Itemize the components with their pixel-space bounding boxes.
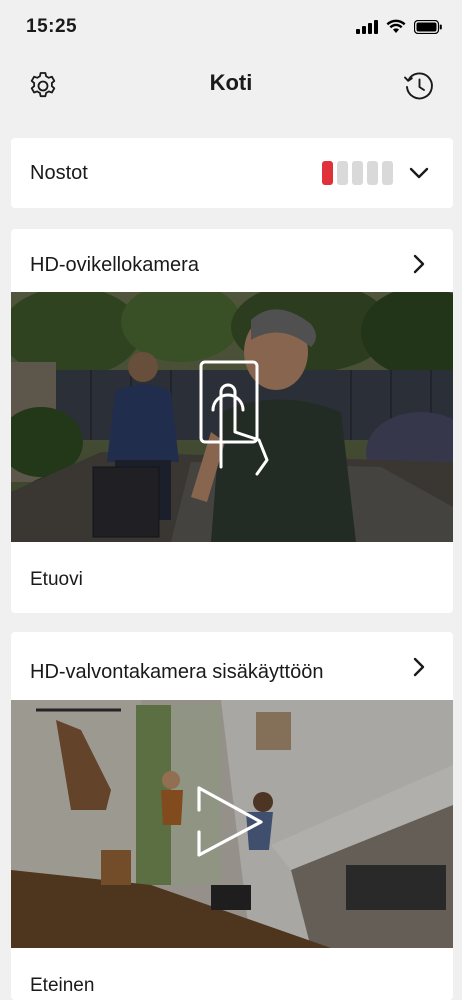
cellular-signal-icon (356, 19, 378, 34)
status-bar: 15:25 (0, 0, 462, 56)
status-icons (356, 19, 442, 34)
alarm-level-bar (352, 161, 363, 185)
camera-snapshot[interactable] (11, 700, 453, 948)
camera-location: Etuovi (30, 569, 83, 590)
camera-snapshot[interactable] (11, 292, 453, 542)
alarm-card[interactable]: Nostot (11, 138, 453, 208)
open-camera-button[interactable] (407, 652, 431, 682)
camera-snapshot-image (11, 292, 453, 542)
alarm-level-bar (382, 161, 393, 185)
chevron-right-icon (413, 657, 425, 677)
chevron-down-icon (409, 167, 429, 179)
history-clock-icon (404, 72, 433, 100)
camera-snapshot-image (11, 700, 453, 948)
camera-title: HD-ovikellokamera (30, 254, 199, 276)
battery-icon (414, 19, 442, 34)
camera-card-doorbell[interactable]: HD-ovikellokamera Etuovi (11, 229, 453, 613)
open-camera-button[interactable] (407, 249, 431, 279)
alarm-level-bar (367, 161, 378, 185)
alarm-label: Nostot (30, 162, 88, 184)
alarm-level-indicator (322, 161, 393, 185)
camera-card-indoor[interactable]: HD-valvontakamera sisäkäyttöön Eteinen (11, 632, 453, 1000)
wifi-icon (386, 19, 406, 33)
nav-bar: Koti (0, 56, 462, 114)
page-title: Koti (209, 70, 253, 95)
expand-alarm-button[interactable] (403, 158, 435, 188)
status-time: 15:25 (26, 16, 78, 37)
camera-title: HD-valvontakamera sisäkäyttöön (30, 661, 324, 683)
camera-location: Eteinen (30, 975, 95, 996)
history-button[interactable] (399, 66, 439, 106)
alarm-level-bar (337, 161, 348, 185)
chevron-right-icon (413, 254, 425, 274)
alarm-level-bar-active (322, 161, 333, 185)
